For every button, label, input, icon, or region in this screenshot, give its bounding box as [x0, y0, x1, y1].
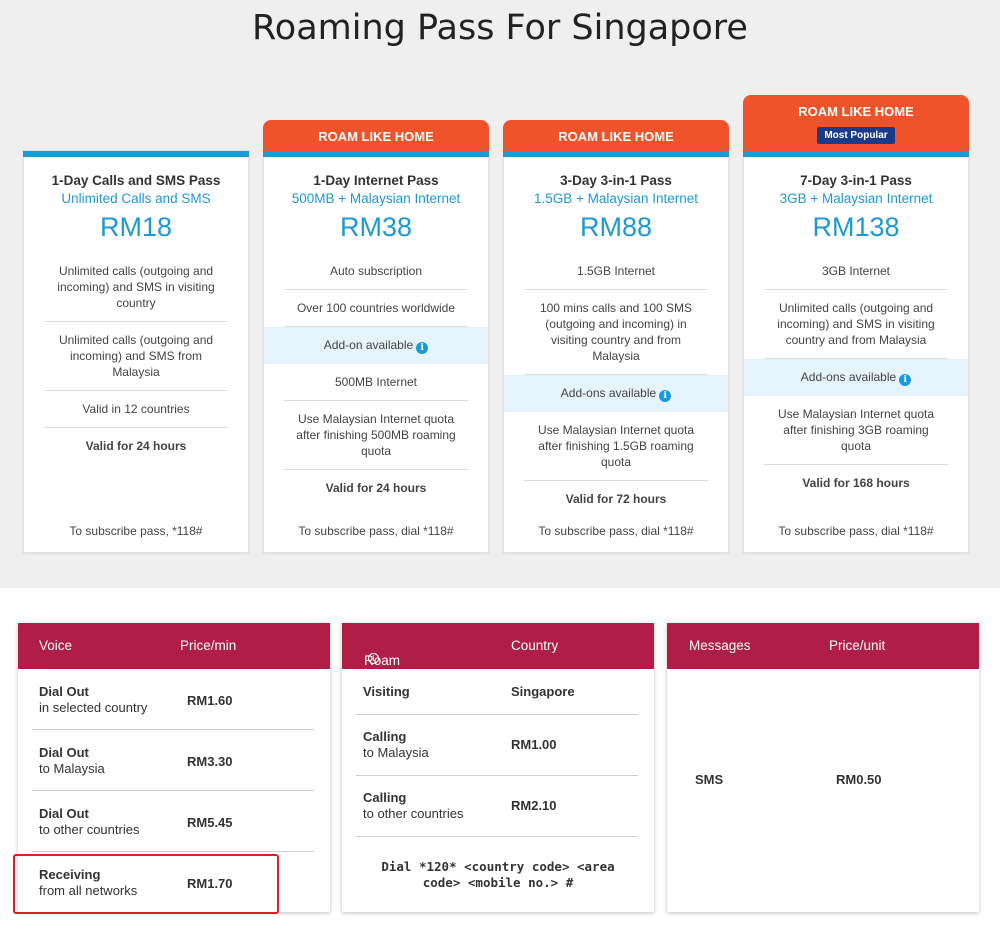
pass-name: 3-Day 3-in-1 Pass — [560, 173, 672, 188]
row-title: Calling — [363, 729, 407, 744]
validity: Valid for 72 hours — [565, 492, 667, 506]
pass-name: 7-Day 3-in-1 Pass — [800, 173, 912, 188]
subscribe-instruction: To subscribe pass, dial *118# — [538, 524, 694, 538]
column-header-country: Country — [511, 638, 559, 653]
most-popular-badge: Most Popular — [817, 127, 895, 144]
feature-item: Unlimited calls (outgoing and incoming) … — [44, 253, 228, 322]
feature-item: Use Malaysian Internet quota after finis… — [284, 401, 468, 470]
page-title: Roaming Pass For Singapore — [252, 8, 748, 48]
subscribe-instruction: To subscribe pass, dial *118# — [298, 524, 454, 538]
info-icon[interactable]: i — [368, 653, 379, 664]
roam-like-home-label: ROAM LIKE HOME — [798, 104, 914, 119]
table-row: Calling to other countries RM2.10 — [356, 776, 638, 837]
addon-label: Add-ons available — [560, 386, 657, 400]
row-subtitle: to other countries — [363, 806, 464, 821]
feature-item: Unlimited calls (outgoing and incoming) … — [764, 290, 948, 359]
column-header-price: Price/min — [180, 638, 237, 653]
roam-like-home-header: ROAM LIKE HOME — [503, 120, 729, 151]
info-icon[interactable]: i — [416, 342, 429, 354]
highlight-box — [13, 854, 279, 914]
pass-subtitle: 1.5GB + Malaysian Internet — [534, 191, 698, 206]
feature-item: Auto subscription — [284, 253, 468, 290]
feature-item: Over 100 countries worldwide — [284, 290, 468, 327]
pass-price: RM18 — [99, 212, 173, 242]
addons-available[interactable]: Add-ons available i — [504, 375, 728, 412]
pass-price: RM138 — [812, 212, 900, 242]
visiting-country: Singapore — [511, 684, 575, 699]
addon-label: Add-on available — [323, 338, 414, 352]
pass-name: 1-Day Internet Pass — [313, 173, 439, 188]
row-subtitle: to Malaysia — [363, 745, 429, 760]
roam-like-home-label: ROAM LIKE HOME — [318, 129, 434, 144]
table-header: Roam Saver i Country — [342, 623, 654, 683]
feature-item: Use Malaysian Internet quota after finis… — [764, 396, 948, 465]
feature-item: Valid in 12 countries — [44, 391, 228, 428]
row-price: RM5.45 — [187, 815, 233, 830]
feature-item: 1.5GB Internet — [524, 253, 708, 290]
addons-available[interactable]: Add-ons available i — [744, 359, 968, 396]
feature-item: 500MB Internet — [284, 364, 468, 401]
info-icon[interactable]: i — [659, 390, 672, 402]
pass-card-3day-3in1[interactable]: ROAM LIKE HOME 3-Day 3-in-1 Pass 1.5GB +… — [503, 120, 729, 553]
roam-like-home-header: ROAM LIKE HOME — [263, 120, 489, 151]
table-row: Dial Out to Malaysia RM3.30 — [32, 730, 314, 791]
column-header-messages: Messages — [689, 638, 751, 653]
dial-instruction: Dial *120* <country code> <area code> <m… — [381, 859, 615, 890]
pass-card-7day-3in1[interactable]: ROAM LIKE HOME Most Popular 7-Day 3-in-1… — [743, 95, 969, 553]
messages-rates-table: Messages Price/unit SMS RM0.50 — [667, 623, 979, 912]
row-title: Dial Out — [39, 745, 89, 760]
feature-item: Use Malaysian Internet quota after finis… — [524, 412, 708, 481]
feature-item: 3GB Internet — [764, 253, 948, 290]
sms-price: RM0.50 — [836, 772, 882, 787]
row-title: Calling — [363, 790, 407, 805]
pass-subtitle: Unlimited Calls and SMS — [61, 191, 211, 206]
row-title: Dial Out — [39, 806, 89, 821]
validity: Valid for 24 hours — [325, 481, 427, 495]
validity: Valid for 24 hours — [85, 439, 187, 453]
row-subtitle: to Malaysia — [39, 761, 105, 776]
table-header: Messages Price/unit — [667, 623, 979, 669]
pass-card-1day-calls-sms[interactable]: 1-Day Calls and SMS Pass Unlimited Calls… — [23, 150, 249, 553]
feature-item: 100 mins calls and 100 SMS (outgoing and… — [524, 290, 708, 375]
validity: Valid for 168 hours — [802, 476, 910, 490]
pass-price: RM88 — [579, 212, 653, 242]
card-stripe — [743, 151, 969, 157]
table-row: Dial Out to other countries RM5.45 — [32, 791, 314, 852]
feature-item: Unlimited calls (outgoing and incoming) … — [44, 322, 228, 391]
table-header: Voice Price/min — [18, 623, 330, 669]
row-subtitle: to other countries — [39, 822, 140, 837]
column-header-price: Price/unit — [829, 638, 886, 653]
card-stripe — [23, 151, 249, 157]
roam-saver-table: Roam Saver i Country Visiting Singapore C… — [342, 623, 654, 912]
table-row-visiting: Visiting Singapore — [356, 669, 638, 715]
table-row: Calling to Malaysia RM1.00 — [356, 715, 638, 776]
subscribe-instruction: To subscribe pass, dial *118# — [778, 524, 934, 538]
pass-subtitle: 500MB + Malaysian Internet — [291, 191, 461, 206]
pass-card-1day-internet[interactable]: ROAM LIKE HOME 1-Day Internet Pass 500MB… — [263, 120, 489, 553]
row-price: RM1.00 — [511, 737, 557, 752]
card-stripe — [503, 151, 729, 157]
addon-label: Add-ons available — [800, 370, 897, 384]
addon-available[interactable]: Add-on available i — [264, 327, 488, 364]
row-subtitle: in selected country — [39, 700, 148, 715]
column-header-voice: Voice — [39, 638, 73, 653]
row-title: Dial Out — [39, 684, 89, 699]
subscribe-instruction: To subscribe pass, *118# — [69, 524, 203, 538]
row-title: Visiting — [363, 684, 410, 699]
row-price: RM2.10 — [511, 798, 557, 813]
sms-label: SMS — [695, 772, 724, 787]
row-price: RM3.30 — [187, 754, 233, 769]
pass-subtitle: 3GB + Malaysian Internet — [779, 191, 933, 206]
roam-like-home-header: ROAM LIKE HOME Most Popular — [743, 95, 969, 151]
card-stripe — [263, 151, 489, 157]
info-icon[interactable]: i — [899, 374, 912, 386]
row-price: RM1.60 — [187, 693, 233, 708]
table-row: Dial Out in selected country RM1.60 — [32, 669, 314, 730]
pass-name: 1-Day Calls and SMS Pass — [51, 173, 221, 188]
roam-like-home-label: ROAM LIKE HOME — [558, 129, 674, 144]
pass-price: RM38 — [339, 212, 413, 242]
